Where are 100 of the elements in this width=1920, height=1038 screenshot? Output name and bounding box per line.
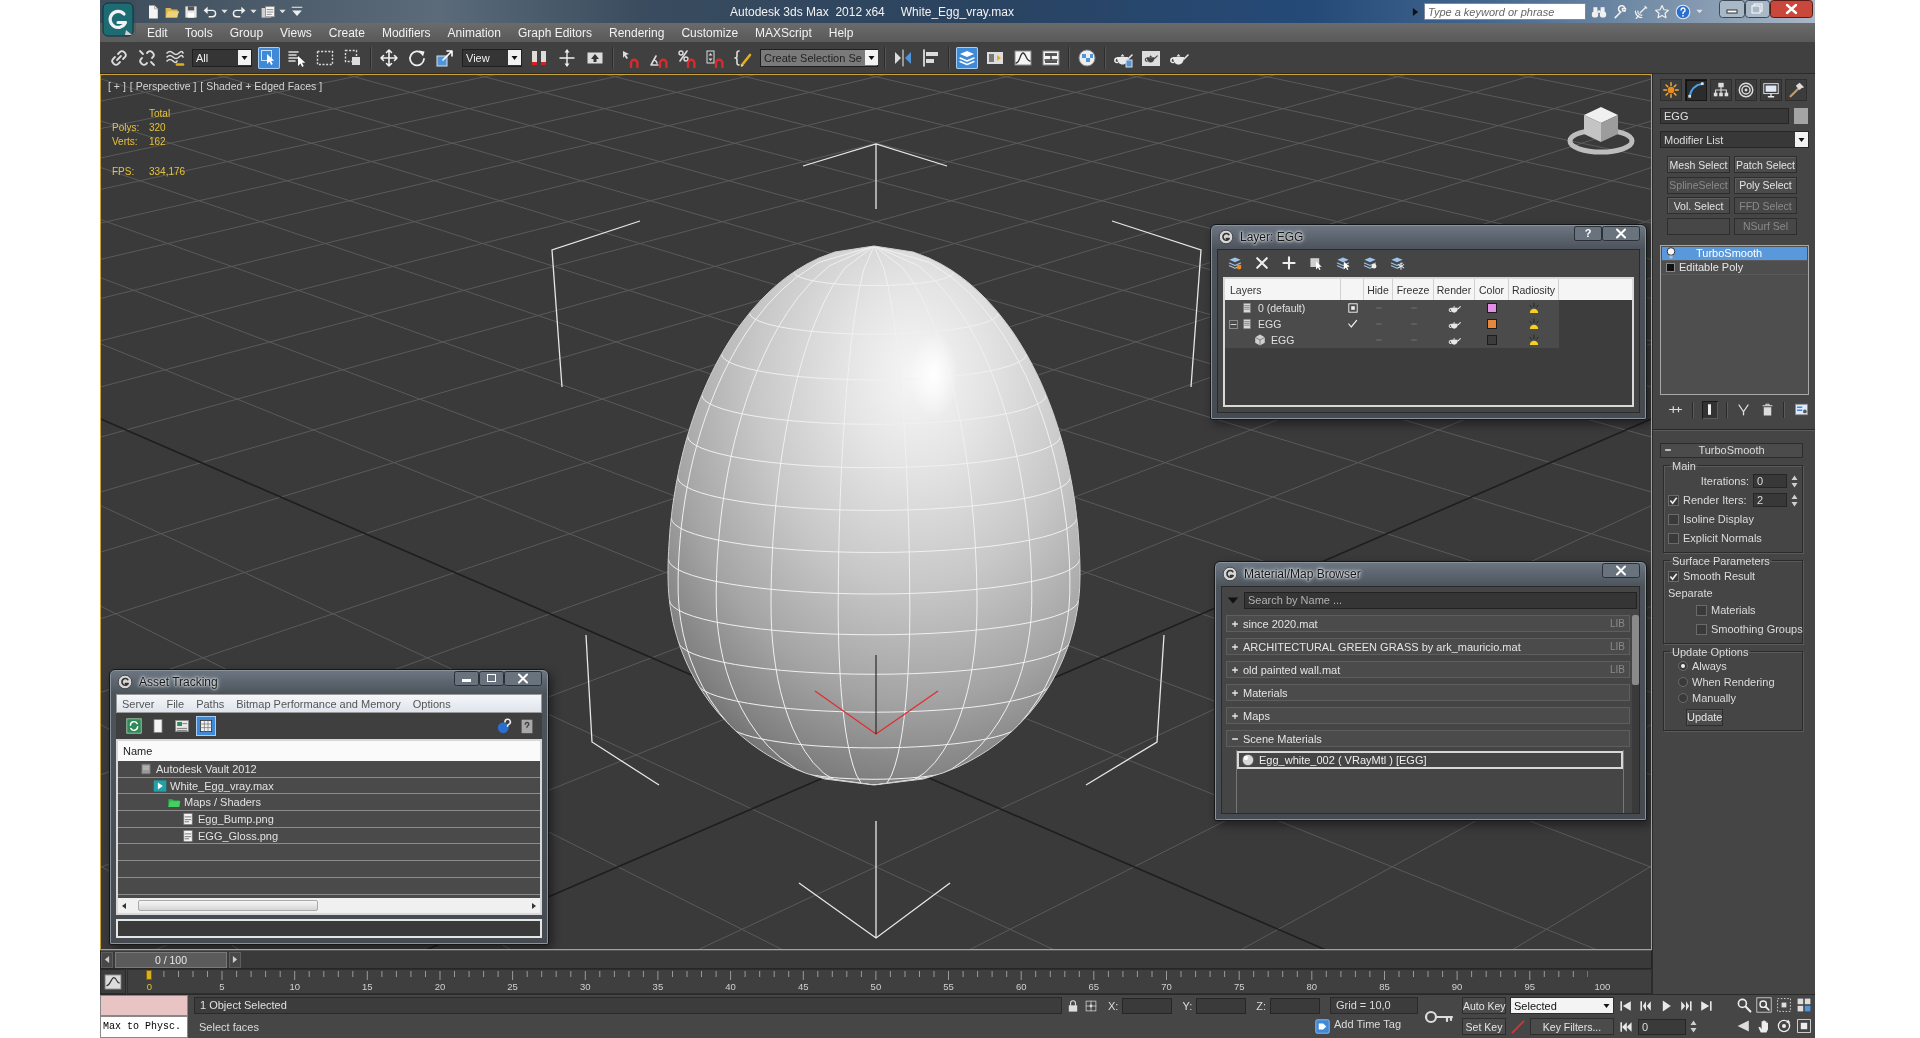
menu-item[interactable]: File <box>166 697 185 710</box>
layer-stack-icon[interactable] <box>956 46 978 69</box>
crosshair-box-icon[interactable] <box>1084 998 1098 1013</box>
caret-icon[interactable] <box>508 50 521 65</box>
menu-item[interactable]: Rendering <box>609 25 665 40</box>
viewport-menu-label[interactable]: [ + ] <box>108 80 126 92</box>
move-arrows-icon[interactable] <box>378 46 400 69</box>
scroll-thumb[interactable] <box>138 900 318 911</box>
arc-curve-icon[interactable] <box>1685 79 1707 101</box>
sun-dome-icon[interactable] <box>1527 333 1541 347</box>
library-group-header[interactable]: old painted wall.mat LIB <box>1226 661 1630 678</box>
checkbox[interactable] <box>1668 532 1679 544</box>
scroll-thumb[interactable] <box>1632 615 1639 685</box>
color-swatch-icon[interactable] <box>1487 303 1497 313</box>
expand-icon[interactable] <box>1231 619 1239 628</box>
rollout-header[interactable]: TurboSmooth <box>1660 442 1803 458</box>
material-entry[interactable]: Egg_white_002 ( VRayMtl ) [EGG] <box>1237 751 1623 769</box>
color-swatch-icon[interactable] <box>1794 108 1808 124</box>
layer-row[interactable]: EGG <box>1225 332 1559 348</box>
zoom-extents-all-icon[interactable] <box>1796 997 1812 1013</box>
library-group-header[interactable]: Scene Materials <box>1226 730 1630 747</box>
asset-tree-item[interactable]: Egg_Bump.png <box>118 811 540 828</box>
search-field[interactable]: Search by Name ... <box>1244 591 1637 609</box>
grid-view-icon[interactable] <box>196 716 216 736</box>
library-group-header[interactable]: since 2020.mat LIB <box>1226 615 1630 632</box>
radio-label[interactable]: Always <box>1692 659 1727 672</box>
sun-dome-icon[interactable] <box>1527 301 1541 315</box>
zoom-icon[interactable] <box>1736 997 1752 1013</box>
library-group-header[interactable]: Maps <box>1226 707 1630 724</box>
listener-input-field[interactable] <box>100 995 188 1016</box>
menu-item[interactable]: Server <box>122 697 155 710</box>
coordinate-field[interactable] <box>1270 997 1320 1014</box>
search-field[interactable]: Type a keyword or phrase <box>1424 3 1586 20</box>
asset-tree-item[interactable]: EGG_Gloss.png <box>118 827 540 845</box>
time-slider-handle[interactable]: 0 / 100 <box>115 951 227 968</box>
box-cursor-icon[interactable] <box>1308 255 1324 271</box>
circles-icon[interactable] <box>1735 79 1757 101</box>
spinner-field[interactable]: 2 <box>1753 493 1787 507</box>
menu-item[interactable]: Tools <box>184 25 213 40</box>
toolbar-dropdown[interactable]: Create Selection Se <box>760 48 878 67</box>
spinner-icon[interactable] <box>1791 493 1798 507</box>
path-field[interactable] <box>116 919 542 938</box>
checkbox[interactable] <box>1668 570 1679 582</box>
modifier-list-dropdown[interactable]: Modifier List <box>1660 131 1809 148</box>
asset-tree-item[interactable]: White_Egg_vray.max <box>118 777 540 795</box>
sun-dome-icon[interactable] <box>1527 317 1541 331</box>
monitor-icon[interactable] <box>1760 79 1782 101</box>
menu-item[interactable]: Edit <box>147 25 168 40</box>
asset-tree-item[interactable]: Maps / Shaders <box>118 794 540 812</box>
color-swatch-icon[interactable] <box>1487 319 1497 329</box>
key-filters-button[interactable]: Key Filters... <box>1530 1018 1614 1035</box>
menu-item[interactable]: Options <box>412 697 451 710</box>
close-icon[interactable] <box>1770 0 1813 19</box>
help-icon[interactable] <box>1675 3 1691 20</box>
checkbox[interactable] <box>1668 513 1679 525</box>
refresh-icon[interactable] <box>124 716 144 736</box>
checkbox[interactable] <box>1668 494 1679 506</box>
layer-cursor-icon[interactable] <box>1335 255 1351 271</box>
checker-sphere-icon[interactable] <box>1076 46 1098 69</box>
plus-icon[interactable] <box>1281 255 1297 271</box>
next-frame-button[interactable] <box>229 951 241 968</box>
arrow-right-icon[interactable] <box>232 955 238 964</box>
padlock-icon[interactable] <box>1066 998 1080 1013</box>
add-time-tag-link[interactable]: Add Time Tag <box>1330 1014 1402 1035</box>
menu-item[interactable]: Graph Editors <box>517 25 592 40</box>
collapse-box-icon[interactable] <box>1229 319 1238 329</box>
close-icon[interactable] <box>504 671 542 686</box>
column-header[interactable]: Name <box>118 741 540 761</box>
app-logo-icon[interactable] <box>102 2 134 38</box>
expand-icon[interactable] <box>1231 642 1239 651</box>
satellite-dish-icon[interactable] <box>1633 3 1649 20</box>
bar-toggle-icon[interactable] <box>1701 400 1718 419</box>
toolbar-dropdown[interactable]: All <box>192 48 252 67</box>
check-icon[interactable] <box>1346 318 1359 330</box>
modifier-set-button[interactable]: Poly Select <box>1734 176 1797 194</box>
stack-item[interactable]: Editable Poly <box>1662 260 1807 275</box>
toolbar-dropdown[interactable]: View <box>462 48 522 67</box>
viewport-menu-label[interactable]: [ Perspective ] <box>129 80 197 92</box>
expand-icon[interactable] <box>1231 688 1239 697</box>
viewport-menu-label[interactable]: [ Shaded + Edged Faces ] <box>200 80 323 92</box>
set-key-button[interactable]: Set Key <box>1462 1018 1506 1035</box>
layers-circle-icon[interactable] <box>1362 255 1378 271</box>
layer-row[interactable]: EGG <box>1225 316 1559 332</box>
cursor-icon[interactable] <box>258 46 280 69</box>
menu-item[interactable]: Modifiers <box>381 25 431 40</box>
tag-icon[interactable] <box>1315 1019 1330 1034</box>
horizontal-scrollbar[interactable] <box>118 898 540 913</box>
vertical-scrollbar[interactable] <box>1632 615 1639 813</box>
time-slider-track[interactable]: 0 / 100 <box>100 950 1652 969</box>
menu-item[interactable]: Animation <box>447 25 501 40</box>
menu-item[interactable]: MAXScript <box>755 25 812 40</box>
previous-frame-button[interactable] <box>101 951 113 968</box>
zoom-extents-icon[interactable] <box>1776 997 1792 1013</box>
star-icon[interactable] <box>1654 3 1670 20</box>
checkbox[interactable] <box>1696 623 1707 635</box>
zoom-all-icon[interactable] <box>1756 997 1772 1013</box>
lightbulb-icon[interactable] <box>1666 247 1676 259</box>
arrow-left-icon[interactable] <box>104 955 110 964</box>
viewcube[interactable] <box>1567 107 1635 155</box>
checkbox-label[interactable]: Render Iters: <box>1683 494 1749 506</box>
